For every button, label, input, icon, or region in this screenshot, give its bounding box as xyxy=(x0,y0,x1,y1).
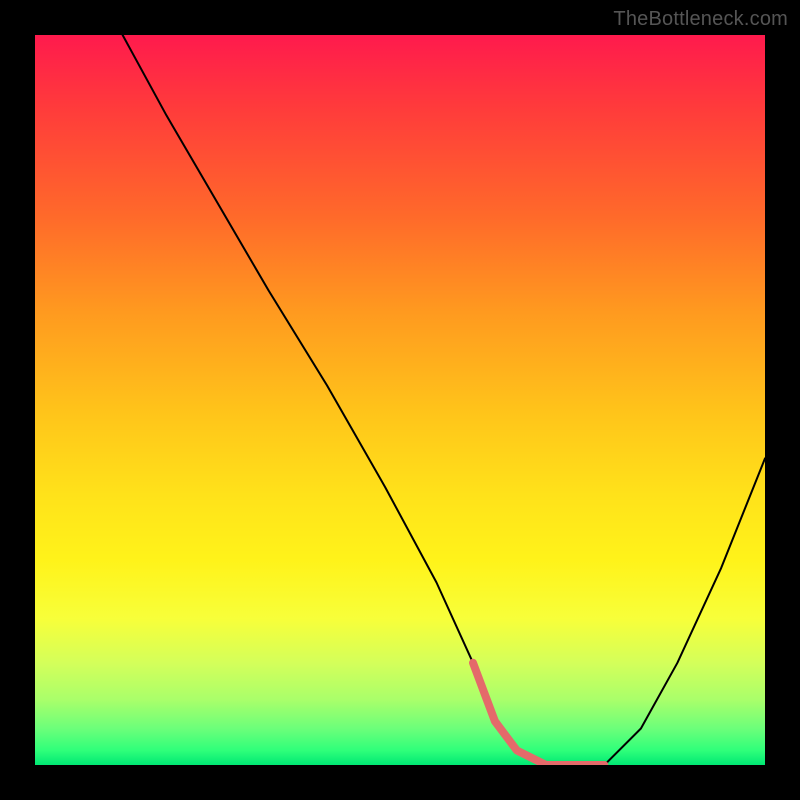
series-optimal-range-overlay xyxy=(473,663,604,765)
chart-svg xyxy=(35,35,765,765)
chart-container: TheBottleneck.com xyxy=(0,0,800,800)
series-bottleneck-curve xyxy=(123,35,765,765)
watermark-text: TheBottleneck.com xyxy=(613,8,788,31)
series-group xyxy=(123,35,765,765)
